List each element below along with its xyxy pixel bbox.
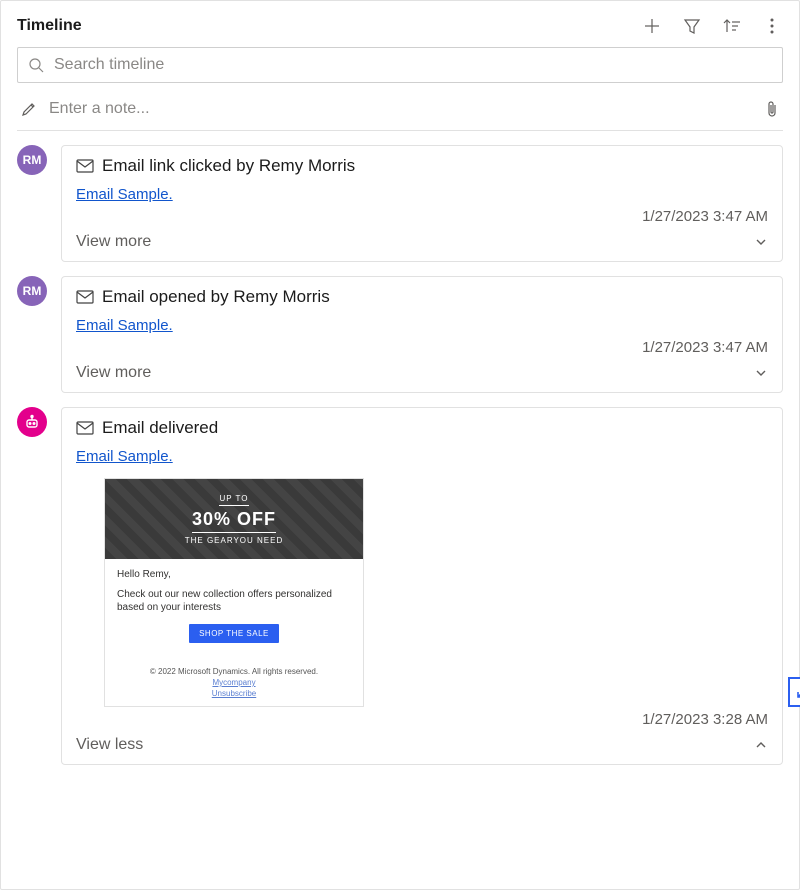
page-title: Timeline: [17, 17, 82, 35]
timeline-feed: RM Email link clicked by Remy Morris Ema…: [17, 145, 783, 765]
email-link[interactable]: Email Sample.: [76, 317, 173, 334]
preview-body-text: Check out our new collection offers pers…: [117, 588, 351, 614]
avatar-bot: [17, 407, 47, 437]
email-icon: [76, 288, 94, 306]
item-title: Email link clicked by Remy Morris: [102, 156, 355, 176]
email-link[interactable]: Email Sample.: [76, 448, 173, 465]
preview-company-link: Mycompany: [117, 678, 351, 687]
timestamp: 1/27/2023 3:47 AM: [76, 339, 768, 356]
attachment-icon[interactable]: [765, 100, 779, 118]
pencil-icon: [21, 101, 37, 117]
email-icon: [76, 157, 94, 175]
add-icon[interactable]: [641, 15, 663, 37]
email-icon: [76, 419, 94, 437]
chevron-down-icon: [754, 366, 768, 380]
search-icon: [28, 57, 44, 73]
search-input[interactable]: [52, 55, 772, 75]
more-icon[interactable]: [761, 15, 783, 37]
timestamp: 1/27/2023 3:28 AM: [76, 711, 768, 728]
view-less-toggle[interactable]: View less: [76, 736, 768, 754]
chevron-down-icon: [754, 235, 768, 249]
preview-hero-gear: THE GEARYOU NEED: [113, 536, 355, 545]
preview-unsubscribe-link: Unsubscribe: [117, 689, 351, 698]
view-more-toggle[interactable]: View more: [76, 364, 768, 382]
avatar: RM: [17, 276, 47, 306]
view-more-toggle[interactable]: View more: [76, 233, 768, 251]
preview-hero-off: 30% OFF: [192, 509, 276, 533]
timeline-item: RM Email link clicked by Remy Morris Ema…: [17, 145, 783, 262]
item-title: Email opened by Remy Morris: [102, 287, 330, 307]
chevron-up-icon: [754, 738, 768, 752]
preview-greeting: Hello Remy,: [117, 569, 351, 580]
email-preview: UP TO 30% OFF THE GEARYOU NEED Hello Rem…: [104, 478, 768, 707]
preview-cta-button: SHOP THE SALE: [189, 624, 279, 643]
timeline-item: Email delivered Email Sample. UP TO 30% …: [17, 407, 783, 765]
item-title: Email delivered: [102, 418, 218, 438]
email-link[interactable]: Email Sample.: [76, 186, 173, 203]
timestamp: 1/27/2023 3:47 AM: [76, 208, 768, 225]
note-input[interactable]: [47, 99, 755, 119]
avatar: RM: [17, 145, 47, 175]
sort-icon[interactable]: [721, 15, 743, 37]
expand-preview-button[interactable]: [788, 677, 800, 707]
preview-hero-upto: UP TO: [219, 494, 248, 506]
preview-copyright: © 2022 Microsoft Dynamics. All rights re…: [117, 667, 351, 676]
timeline-item: RM Email opened by Remy Morris Email Sam…: [17, 276, 783, 393]
search-box[interactable]: [17, 47, 783, 83]
filter-icon[interactable]: [681, 15, 703, 37]
